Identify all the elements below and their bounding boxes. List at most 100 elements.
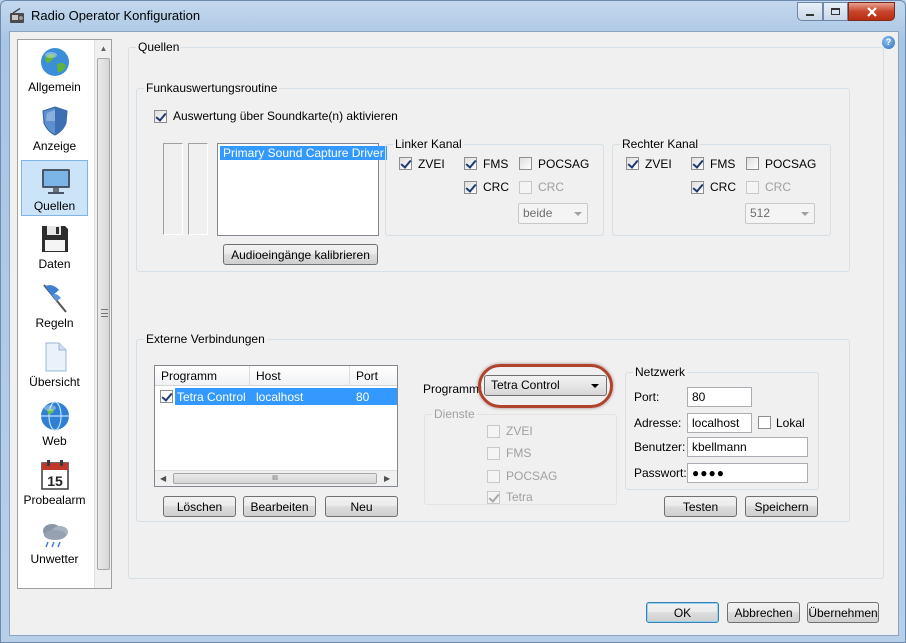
sidebar-item-uebersicht[interactable]: Übersicht: [21, 337, 88, 393]
title-bar[interactable]: Radio Operator Konfiguration: [1, 1, 905, 31]
passwort-label: Passwort:: [634, 466, 687, 480]
rechter-zvei-label: ZVEI: [645, 157, 672, 171]
table-hscroll[interactable]: ◀ III ▶: [155, 470, 397, 486]
dialog-client: Allgemein Anzeige Quellen Daten Regeln Ü…: [9, 31, 899, 636]
grip-icon: III: [272, 475, 278, 482]
linker-mode-select[interactable]: beide: [518, 203, 588, 224]
rechter-zvei-checkbox[interactable]: [626, 157, 639, 170]
dienste-tetra-checkbox[interactable]: [487, 491, 500, 504]
rechter-kanal-title: Rechter Kanal: [620, 137, 701, 151]
table-header: Programm Host Port: [155, 366, 397, 386]
row-host: localhost: [256, 390, 304, 404]
testen-button[interactable]: Testen: [664, 496, 737, 517]
bearbeiten-button[interactable]: Bearbeiten: [243, 496, 316, 517]
sidebar-item-label: Allgemein: [28, 80, 81, 94]
linker-crc-pocsag-checkbox[interactable]: [519, 181, 532, 194]
window-title: Radio Operator Konfiguration: [31, 8, 201, 23]
close-button[interactable]: [848, 2, 895, 21]
hscroll-thumb[interactable]: III: [173, 473, 377, 484]
sidebar-item-allgemein[interactable]: Allgemein: [21, 42, 88, 98]
sidebar-item-daten[interactable]: Daten: [21, 219, 88, 275]
rechter-rate-select[interactable]: 512: [745, 203, 815, 224]
port-label: Port:: [634, 390, 660, 404]
scroll-left-icon[interactable]: ◀: [160, 474, 166, 483]
uebernehmen-button[interactable]: Übernehmen: [807, 602, 879, 623]
neu-button[interactable]: Neu: [325, 496, 398, 517]
document-icon: [45, 342, 67, 372]
column-header-programm[interactable]: Programm: [161, 369, 217, 383]
column-header-port[interactable]: Port: [356, 369, 378, 383]
device-list[interactable]: Primary Sound Capture Driver: [217, 143, 387, 236]
rechter-kanal-group: Rechter Kanal ZVEI FMS POCSAG CRC CRC 51…: [612, 137, 831, 236]
monitor-icon: [42, 169, 70, 194]
lokal-checkbox[interactable]: [758, 416, 771, 429]
adresse-value: localhost: [692, 416, 740, 430]
dienste-pocsag-label: POCSAG: [506, 469, 558, 483]
calibrate-button[interactable]: Audioeingänge kalibrieren: [223, 244, 378, 265]
abbrechen-button[interactable]: Abbrechen: [727, 602, 800, 623]
sidebar-item-label: Regeln: [35, 316, 74, 330]
dienste-fms-checkbox[interactable]: [487, 447, 500, 460]
calendar-icon: 15: [41, 460, 69, 490]
sidebar-item-label: Anzeige: [32, 139, 77, 153]
help-icon[interactable]: ?: [882, 36, 895, 49]
lokal-label: Lokal: [776, 416, 805, 430]
flag-icon: [43, 284, 67, 313]
scroll-up-icon[interactable]: ▲: [95, 40, 111, 57]
maximize-icon: [831, 8, 840, 15]
ok-button[interactable]: OK: [646, 602, 719, 623]
rechter-pocsag-checkbox[interactable]: [746, 157, 759, 170]
grip-icon: [101, 309, 108, 317]
sidebar-item-web[interactable]: Web: [21, 396, 88, 452]
sidebar-item-regeln[interactable]: Regeln: [21, 278, 88, 334]
passwort-input[interactable]: ●●●●: [687, 463, 808, 483]
linker-pocsag-checkbox[interactable]: [519, 157, 532, 170]
storm-cloud-icon: [43, 524, 68, 548]
sidebar-item-unwetter[interactable]: Unwetter: [21, 514, 88, 570]
benutzer-input[interactable]: kbellmann: [687, 437, 808, 457]
sidebar-item-probealarm[interactable]: 15 Probealarm: [21, 455, 88, 511]
connections-table[interactable]: Programm Host Port Tetra Control localho…: [154, 365, 398, 487]
sidebar-item-anzeige[interactable]: Anzeige: [21, 101, 88, 157]
rechter-fms-checkbox[interactable]: [691, 157, 704, 170]
funk-group: Funkauswertungsroutine Auswertung über S…: [136, 81, 850, 272]
row-enabled-checkbox[interactable]: [160, 390, 173, 403]
dienste-zvei-checkbox[interactable]: [487, 425, 500, 438]
rechter-crc-fms-checkbox[interactable]: [691, 181, 704, 194]
adresse-label: Adresse:: [634, 416, 682, 430]
sidebar-item-label: Unwetter: [30, 552, 79, 566]
chevron-down-icon: [801, 212, 809, 216]
quellen-panel: Quellen Funkauswertungsroutine Auswertun…: [128, 40, 884, 579]
dienste-pocsag-checkbox[interactable]: [487, 470, 500, 483]
rechter-pocsag-label: POCSAG: [765, 157, 817, 171]
highlight-ring: [478, 364, 613, 408]
soundcard-label: Auswertung über Soundkarte(n) aktivieren: [173, 109, 398, 123]
speichern-button[interactable]: Speichern: [745, 496, 818, 517]
sidebar-scrollbar[interactable]: ▲: [94, 40, 111, 588]
loeschen-button[interactable]: Löschen: [163, 496, 236, 517]
column-header-host[interactable]: Host: [256, 369, 281, 383]
linker-kanal-title: Linker Kanal: [393, 137, 464, 151]
maximize-button[interactable]: [823, 2, 848, 21]
linker-fms-checkbox[interactable]: [464, 157, 477, 170]
row-programm: Tetra Control: [177, 390, 246, 404]
chevron-down-icon: [574, 212, 582, 216]
rechter-crc-pocsag-checkbox[interactable]: [746, 181, 759, 194]
linker-zvei-label: ZVEI: [418, 157, 445, 171]
sidebar-item-quellen[interactable]: Quellen: [21, 160, 88, 216]
port-input[interactable]: 80: [687, 387, 752, 407]
sidebar-item-label: Daten: [38, 257, 71, 271]
dienste-group: Dienste ZVEI FMS POCSAG Tetra: [424, 407, 617, 505]
linker-zvei-checkbox[interactable]: [399, 157, 412, 170]
table-row[interactable]: Tetra Control localhost 80: [155, 388, 397, 405]
passwort-value: ●●●●: [692, 466, 725, 480]
device-item[interactable]: Primary Sound Capture Driver: [220, 146, 387, 160]
minimize-button[interactable]: [797, 2, 823, 21]
scroll-right-icon[interactable]: ▶: [384, 474, 390, 483]
linker-crc-fms-checkbox[interactable]: [464, 181, 477, 194]
scrollbar-thumb[interactable]: [97, 58, 110, 570]
linker-crc-pocsag-label: CRC: [538, 180, 564, 194]
linker-crc-fms-label: CRC: [483, 180, 509, 194]
soundcard-checkbox[interactable]: [154, 110, 167, 123]
adresse-input[interactable]: localhost: [687, 413, 752, 433]
